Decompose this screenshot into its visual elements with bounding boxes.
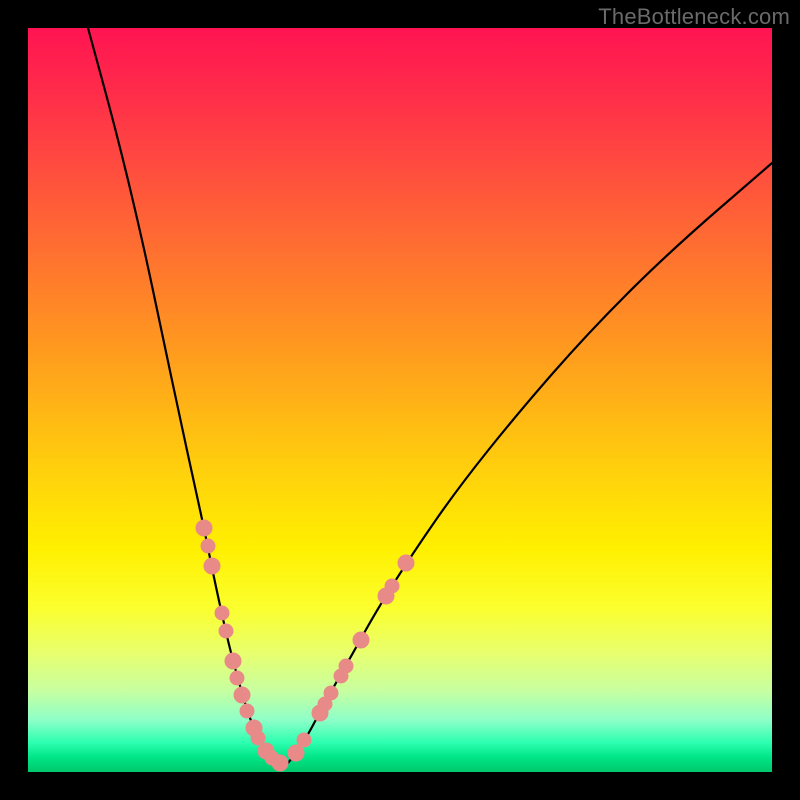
chart-frame: TheBottleneck.com bbox=[0, 0, 800, 800]
data-marker bbox=[288, 745, 304, 761]
data-marker bbox=[353, 632, 369, 648]
left-curve bbox=[88, 28, 276, 763]
data-marker bbox=[297, 733, 311, 747]
curves-svg bbox=[28, 28, 772, 772]
plot-area bbox=[28, 28, 772, 772]
data-marker bbox=[234, 687, 250, 703]
data-marker bbox=[339, 659, 353, 673]
data-marker bbox=[385, 579, 399, 593]
data-marker bbox=[324, 686, 338, 700]
right-curve bbox=[288, 163, 772, 763]
data-marker bbox=[219, 624, 233, 638]
data-marker bbox=[196, 520, 212, 536]
data-marker bbox=[225, 653, 241, 669]
data-marker bbox=[398, 555, 414, 571]
data-marker bbox=[272, 755, 288, 771]
data-marker bbox=[215, 606, 229, 620]
data-marker bbox=[201, 539, 215, 553]
data-marker bbox=[204, 558, 220, 574]
data-marker bbox=[240, 704, 254, 718]
data-marker bbox=[230, 671, 244, 685]
data-marker bbox=[251, 731, 265, 745]
watermark-text: TheBottleneck.com bbox=[598, 4, 790, 30]
